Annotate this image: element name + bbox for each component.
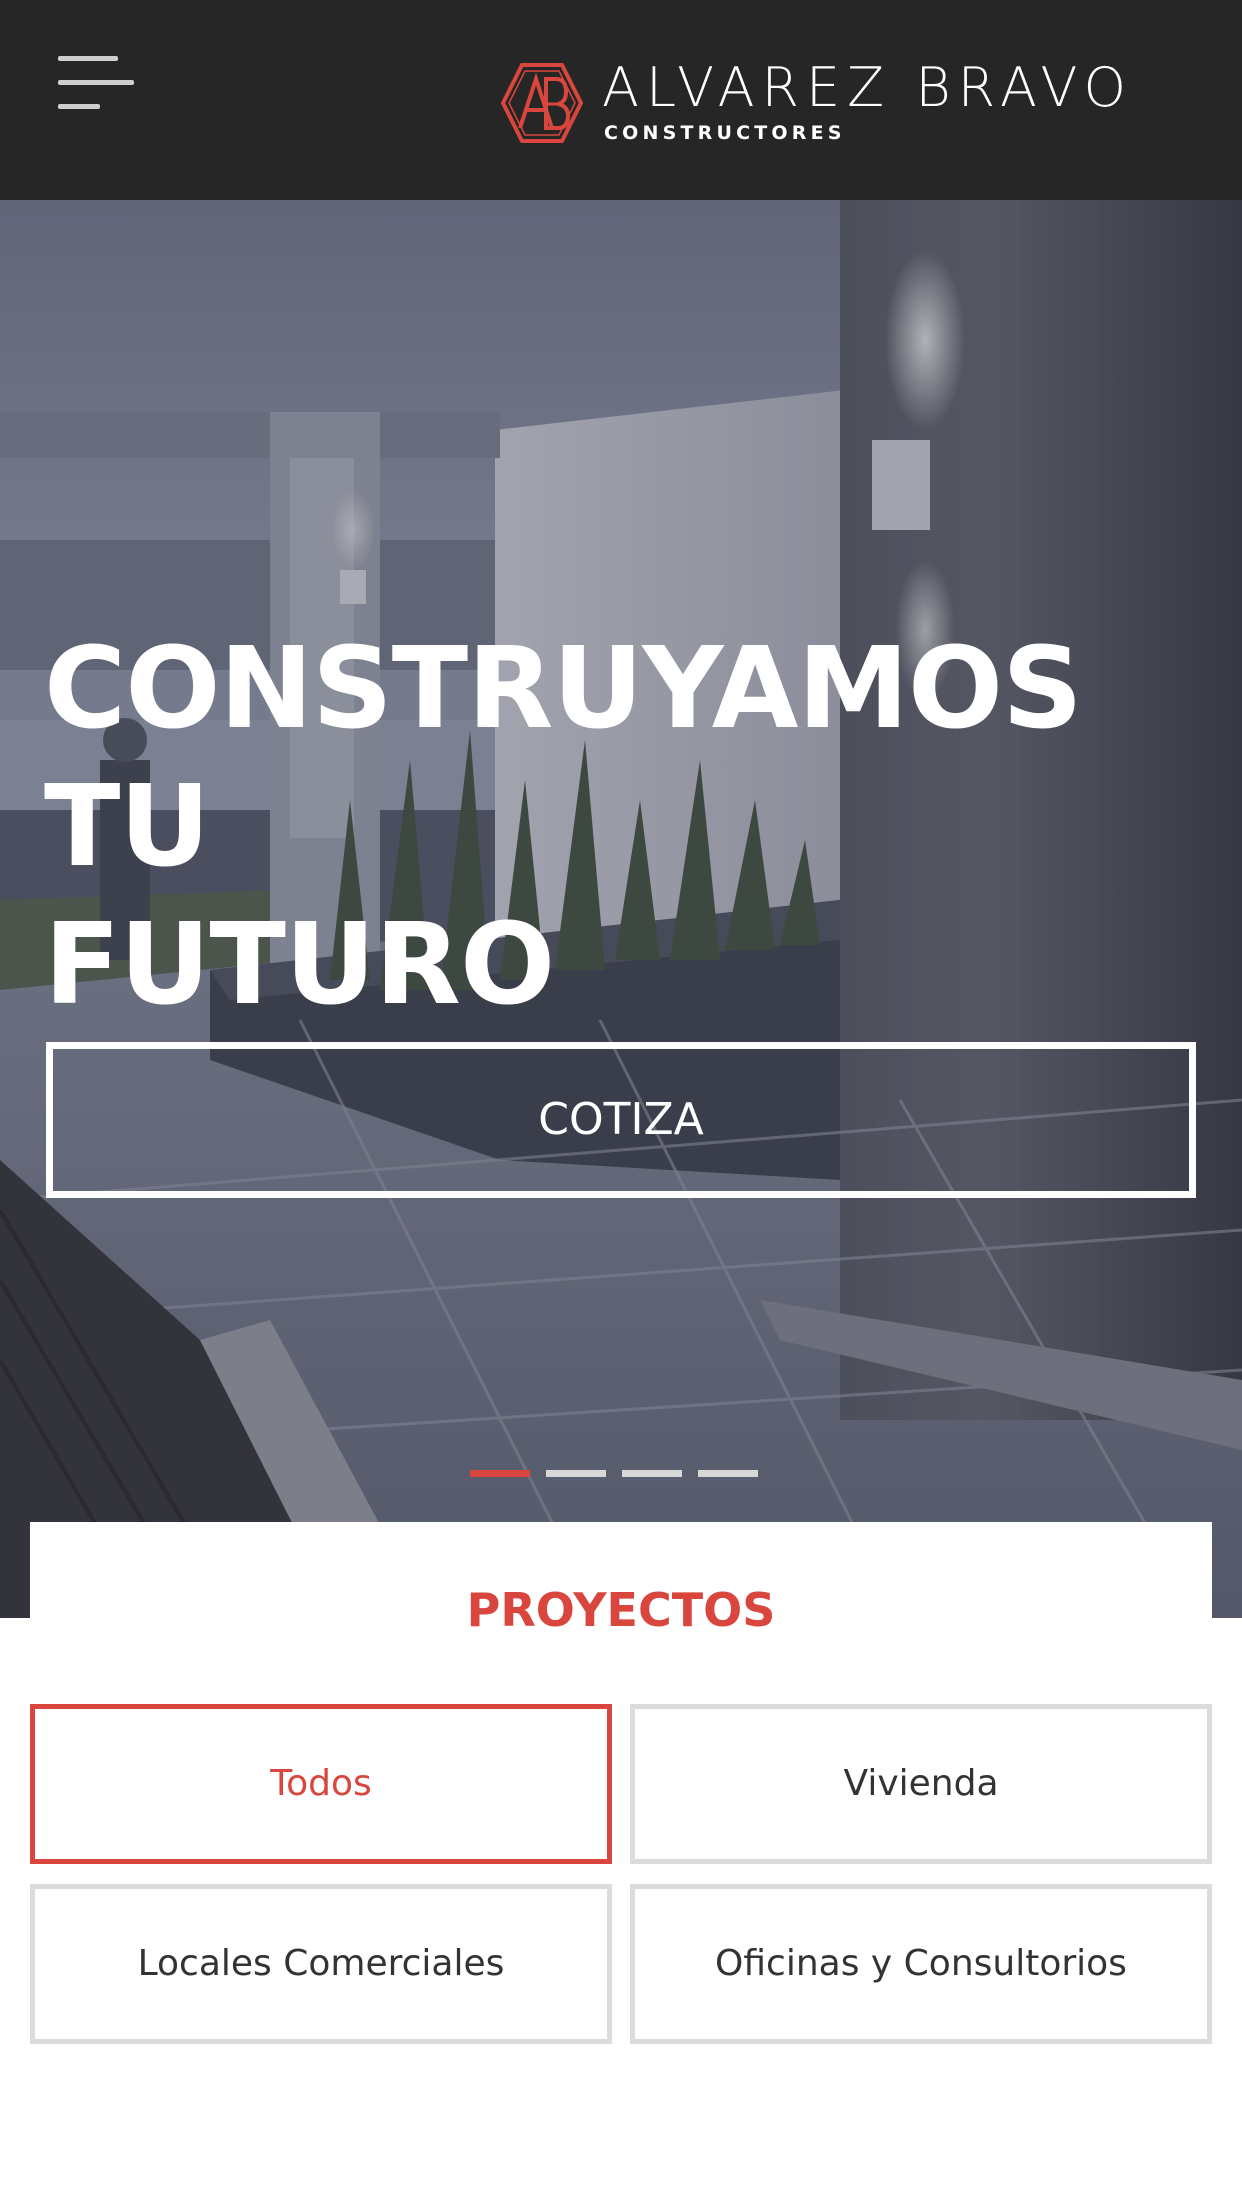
projects-section: PROYECTOS Todos Vivienda Locales Comerci… (30, 1522, 1212, 2208)
brand-subtitle: CONSTRUCTORES (604, 122, 846, 144)
brand-name: ALVAREZ BRAVO (602, 56, 1133, 119)
filter-oficinas-consultorios[interactable]: Oficinas y Consultorios (630, 1884, 1212, 2044)
hero-title-line: CONSTRUYAMOS TU (44, 624, 1083, 892)
cotiza-button[interactable]: COTIZA (46, 1042, 1196, 1198)
slide-indicator[interactable] (622, 1470, 682, 1477)
hero-title: CONSTRUYAMOS TU FUTURO (44, 620, 1204, 1034)
hero-slider: CONSTRUYAMOS TU FUTURO COTIZA (0, 200, 1242, 1618)
menu-line (58, 56, 118, 61)
slide-indicator[interactable] (546, 1470, 606, 1477)
filter-locales-comerciales[interactable]: Locales Comerciales (30, 1884, 612, 2044)
ab-monogram-logo-icon (500, 63, 584, 143)
slide-indicator[interactable] (698, 1470, 758, 1477)
hero-title-line: FUTURO (44, 900, 555, 1030)
menu-line (58, 80, 134, 85)
filter-vivienda[interactable]: Vivienda (630, 1704, 1212, 1864)
menu-line (58, 104, 100, 109)
site-header: ALVAREZ BRAVO CONSTRUCTORES (0, 0, 1242, 200)
filter-todos[interactable]: Todos (30, 1704, 612, 1864)
slide-indicator[interactable] (470, 1470, 530, 1477)
projects-title: PROYECTOS (466, 1583, 776, 1637)
hamburger-menu-icon[interactable] (58, 54, 138, 114)
